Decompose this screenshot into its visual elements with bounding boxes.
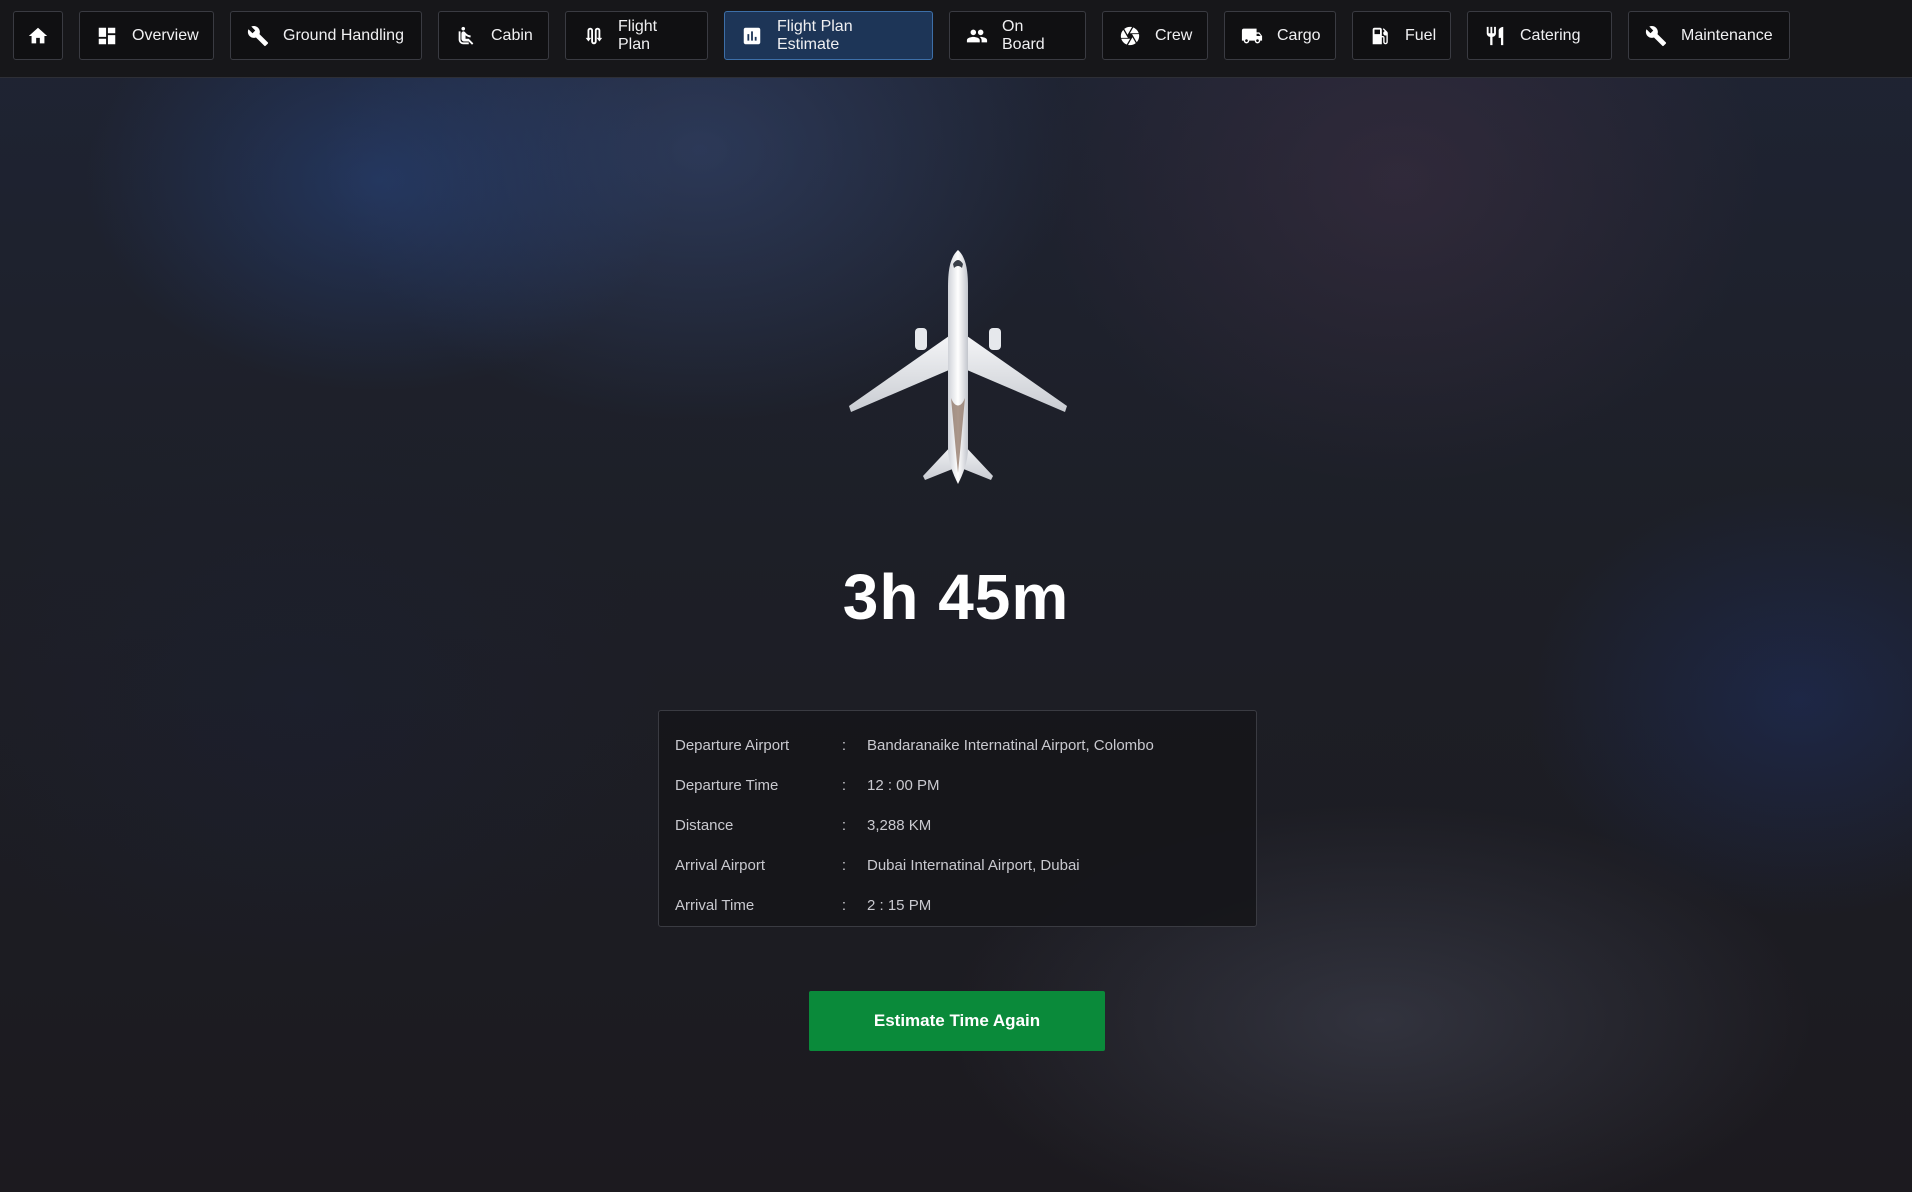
detail-row-distance: Distance : 3,288 KM bbox=[659, 805, 1256, 845]
utensils-icon bbox=[1484, 25, 1506, 47]
home-icon bbox=[27, 25, 49, 47]
detail-value: 2 : 15 PM bbox=[867, 896, 932, 914]
truck-icon bbox=[1241, 25, 1263, 47]
detail-label: Distance bbox=[675, 816, 734, 834]
detail-value: 3,288 KM bbox=[867, 816, 932, 834]
flight-details-card: Departure Airport : Bandaranaike Interna… bbox=[658, 710, 1257, 927]
tab-ground-handling[interactable]: Ground Handling bbox=[230, 11, 422, 60]
tab-maintenance[interactable]: Maintenance bbox=[1628, 11, 1790, 60]
detail-label: Departure Time bbox=[675, 776, 779, 794]
tab-overview[interactable]: Overview bbox=[79, 11, 214, 60]
detail-separator: : bbox=[841, 896, 847, 914]
detail-value: 12 : 00 PM bbox=[867, 776, 940, 794]
airplane-illustration bbox=[845, 248, 1071, 484]
detail-label: Departure Airport bbox=[675, 736, 790, 754]
tab-crew[interactable]: Crew bbox=[1102, 11, 1208, 60]
tab-label: Cargo bbox=[1277, 26, 1321, 44]
tab-flight-plan-estimate[interactable]: Flight Plan Estimate bbox=[724, 11, 933, 60]
detail-label: Arrival Time bbox=[675, 896, 755, 914]
detail-row-departure-time: Departure Time : 12 : 00 PM bbox=[659, 765, 1256, 805]
tab-on-board[interactable]: On Board bbox=[949, 11, 1086, 60]
detail-label: Arrival Airport bbox=[675, 856, 766, 874]
detail-separator: : bbox=[841, 816, 847, 834]
tab-label: Overview bbox=[132, 26, 199, 44]
tab-label: Flight Plan Estimate bbox=[777, 17, 853, 53]
tab-label: Maintenance bbox=[1681, 26, 1773, 44]
tab-label: Crew bbox=[1155, 26, 1193, 44]
tab-fuel[interactable]: Fuel bbox=[1352, 11, 1451, 60]
home-button[interactable] bbox=[13, 11, 63, 60]
tab-label: Fuel bbox=[1405, 26, 1437, 44]
tab-flight-plan[interactable]: Flight Plan bbox=[565, 11, 708, 60]
detail-separator: : bbox=[841, 736, 847, 754]
detail-row-departure-airport: Departure Airport : Bandaranaike Interna… bbox=[659, 725, 1256, 765]
aperture-icon bbox=[1119, 25, 1141, 47]
detail-value: Dubai Internatinal Airport, Dubai bbox=[867, 856, 1080, 874]
tab-label: On Board bbox=[1002, 17, 1045, 53]
seat-icon bbox=[455, 25, 477, 47]
flight-duration: 3h 45m bbox=[842, 561, 1070, 633]
tab-label: Cabin bbox=[491, 26, 533, 44]
fuel-icon bbox=[1369, 25, 1391, 47]
detail-separator: : bbox=[841, 856, 847, 874]
detail-row-arrival-airport: Arrival Airport : Dubai Internatinal Air… bbox=[659, 845, 1256, 885]
tab-label: Flight Plan bbox=[618, 17, 658, 53]
detail-row-arrival-time: Arrival Time : 2 : 15 PM bbox=[659, 885, 1256, 925]
tab-catering[interactable]: Catering bbox=[1467, 11, 1612, 60]
detail-separator: : bbox=[841, 776, 847, 794]
people-icon bbox=[966, 25, 988, 47]
tab-label: Ground Handling bbox=[283, 26, 404, 44]
tab-label: Catering bbox=[1520, 26, 1581, 44]
estimate-time-again-button[interactable]: Estimate Time Again bbox=[809, 991, 1105, 1051]
wrench-icon bbox=[247, 25, 269, 47]
top-nav-bar: Overview Ground Handling Cabin Flight Pl… bbox=[0, 0, 1912, 78]
chart-icon bbox=[741, 25, 763, 47]
wrench-icon bbox=[1645, 25, 1667, 47]
route-icon bbox=[582, 25, 604, 47]
tab-cabin[interactable]: Cabin bbox=[438, 11, 549, 60]
dashboard-icon bbox=[96, 25, 118, 47]
detail-value: Bandaranaike Internatinal Airport, Colom… bbox=[867, 736, 1154, 754]
tab-cargo[interactable]: Cargo bbox=[1224, 11, 1336, 60]
